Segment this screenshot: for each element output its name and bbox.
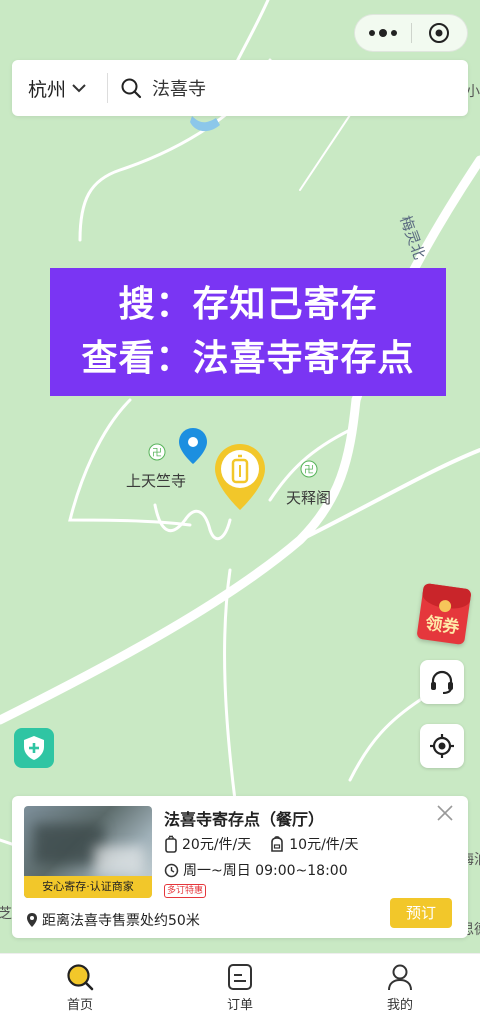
promo-banner: 搜：存知己寄存 查看：法喜寺寄存点 <box>50 268 446 396</box>
search-icon <box>67 964 94 991</box>
coupon-label: 领券 <box>424 613 461 639</box>
opening-hours: 周一~周日 09:00~18:00 <box>164 860 348 880</box>
tab-orders[interactable]: 订单 <box>160 954 320 1019</box>
city-label: 杭州 <box>28 78 67 101</box>
tab-label: 首页 <box>66 998 93 1013</box>
locate-icon <box>430 734 454 758</box>
safety-button[interactable] <box>14 728 54 768</box>
banner-line: 搜：存知己寄存 <box>118 284 378 325</box>
search-icon <box>121 78 142 99</box>
clock-icon <box>164 863 179 877</box>
coupon-button[interactable]: 领券 <box>416 582 472 646</box>
order-icon <box>228 964 252 990</box>
svg-text:卍: 卍 <box>304 464 314 476</box>
tab-home[interactable]: 首页 <box>0 954 160 1019</box>
backpack-icon <box>271 836 284 852</box>
banner-line: 查看：法喜寺寄存点 <box>81 338 415 379</box>
storage-point-card[interactable]: 安心寄存·认证商家 法喜寺寄存点（餐厅） 20元/件/天 10元/件/天 周一~… <box>12 796 468 938</box>
promo-badge: 多订特惠 <box>164 884 207 898</box>
price-small-text: 10元/件/天 <box>289 837 359 853</box>
target-ring-icon[interactable] <box>411 14 467 52</box>
temple-icon: 卍 <box>300 460 318 478</box>
locate-button[interactable] <box>420 724 464 768</box>
temple-icon: 卍 <box>148 443 166 461</box>
shield-plus-icon <box>24 736 44 760</box>
hours-text: 周一~周日 09:00~18:00 <box>183 863 348 879</box>
search-input[interactable]: 法喜寺 <box>108 75 206 101</box>
price-small: 10元/件/天 <box>269 834 359 854</box>
place-label: 上天竺寺 <box>126 472 187 490</box>
tab-bar: 首页 订单 我的 <box>0 953 480 1019</box>
user-icon <box>388 964 412 991</box>
price-row: 20元/件/天 10元/件/天 <box>164 834 377 854</box>
book-button[interactable]: 预订 <box>390 898 452 928</box>
edge-label: 小西 <box>466 84 480 100</box>
city-selector[interactable]: 杭州 <box>12 75 107 102</box>
search-query: 法喜寺 <box>152 79 206 100</box>
ellipsis-icon[interactable] <box>355 14 411 52</box>
chevron-down-icon <box>72 84 86 93</box>
price-large-text: 20元/件/天 <box>182 837 252 853</box>
tab-label: 订单 <box>226 998 253 1013</box>
storage-title: 法喜寺寄存点（餐厅） <box>164 810 325 829</box>
distance-row: 距离法喜寺售票处约50米 <box>26 910 200 930</box>
place-label: 天释阁 <box>286 489 332 507</box>
svg-text:卍: 卍 <box>152 447 162 459</box>
price-large: 20元/件/天 <box>164 834 251 854</box>
certified-tag: 安心寄存·认证商家 <box>24 876 152 898</box>
close-icon[interactable] <box>436 804 454 822</box>
miniprogram-capsule <box>354 14 468 52</box>
search-bar: 杭州 法喜寺 <box>12 60 468 116</box>
location-pin-icon <box>27 913 37 927</box>
tab-label: 我的 <box>386 998 413 1013</box>
distance-text: 距离法喜寺售票处约50米 <box>42 913 200 929</box>
customer-service-button[interactable] <box>420 660 464 704</box>
headset-icon <box>431 670 453 694</box>
tab-profile[interactable]: 我的 <box>320 954 480 1019</box>
suitcase-icon <box>165 835 177 853</box>
